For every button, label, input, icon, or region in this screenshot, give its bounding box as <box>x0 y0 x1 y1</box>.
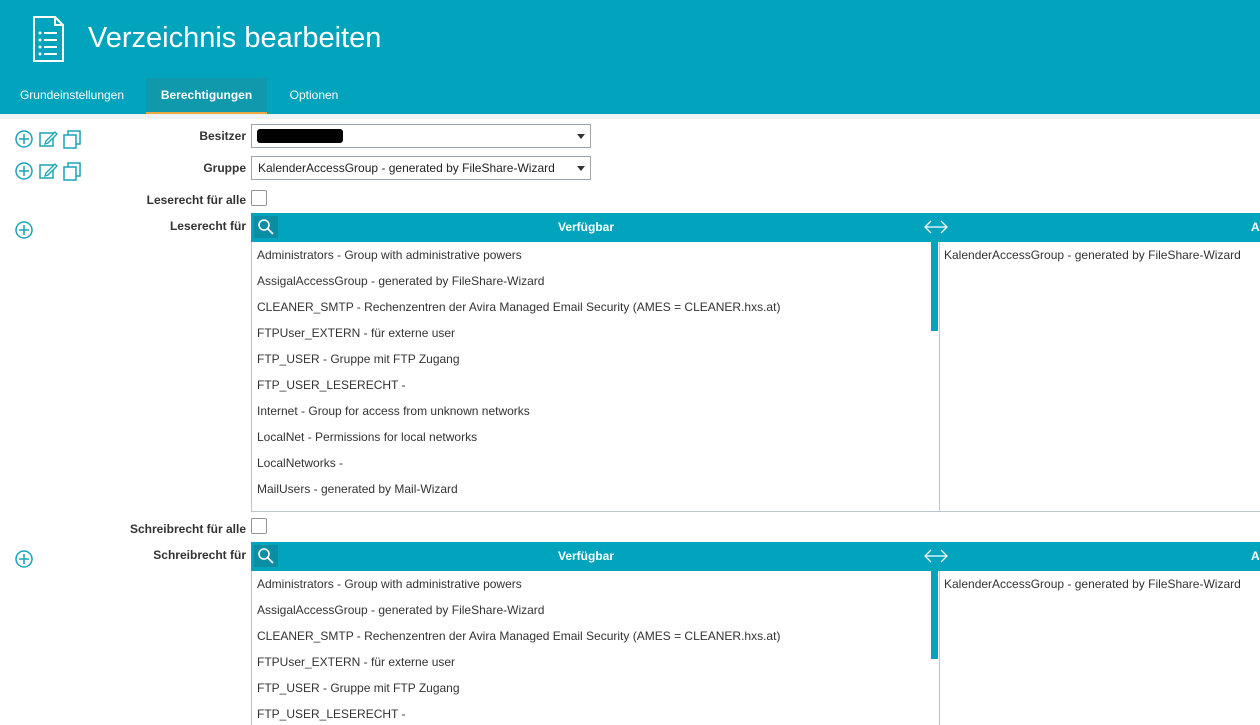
tab-berechtigungen[interactable]: Berechtigungen <box>146 78 267 114</box>
read-add <box>14 220 34 240</box>
write-available-header: Verfügbar <box>557 549 614 563</box>
page-header: Verzeichnis bearbeiten Grundeinstellunge… <box>0 0 1260 114</box>
group-select[interactable]: KalenderAccessGroup - generated by FileS… <box>251 156 591 180</box>
document-list-icon <box>33 16 64 62</box>
write-available-list[interactable]: Administrators - Group with administrati… <box>251 571 939 725</box>
list-item[interactable]: AssigalAccessGroup - generated by FileSh… <box>252 597 939 623</box>
list-item[interactable]: LocalNetworks - <box>252 450 939 476</box>
list-item[interactable]: Internet - Group for access from unknown… <box>252 398 939 424</box>
list-item[interactable]: LocalNet - Permissions for local network… <box>252 424 939 450</box>
write-list-scrollbar[interactable] <box>931 571 938 659</box>
list-item[interactable]: FTP_USER - Gruppe mit FTP Zugang <box>252 675 939 701</box>
owner-label: Besitzer <box>199 129 246 143</box>
search-icon <box>258 219 274 235</box>
write-list-header: Verfügbar A <box>251 542 1260 571</box>
read-list-scrollbar[interactable] <box>931 242 938 331</box>
write-add <box>14 549 34 569</box>
transfer-arrows-icon[interactable] <box>923 218 949 236</box>
group-label: Gruppe <box>203 161 246 175</box>
list-item[interactable]: Administrators - Group with administrati… <box>252 242 939 268</box>
write-all-label: Schreibrecht für alle <box>129 522 246 536</box>
tab-grundeinstellungen[interactable]: Grundeinstellungen <box>10 78 134 114</box>
read-assigned-list[interactable]: KalenderAccessGroup - generated by FileS… <box>939 242 1260 512</box>
list-item[interactable]: FTPUser_EXTERN - für externe user <box>252 320 939 346</box>
write-for-label: Schreibrecht für <box>153 548 246 562</box>
write-permission-list: Verfügbar A Administrators - Group with … <box>251 542 1260 725</box>
chevron-down-icon <box>577 134 585 139</box>
add-icon[interactable] <box>14 161 34 181</box>
list-item[interactable]: FTPUser_EXTERN - für externe user <box>252 649 939 675</box>
list-item[interactable]: Administrators - Group with administrati… <box>252 571 939 597</box>
owner-select[interactable] <box>251 124 591 148</box>
add-icon[interactable] <box>14 549 34 569</box>
read-available-header: Verfügbar <box>557 220 614 234</box>
list-item[interactable]: CLEANER_SMTP - Rechenzentren der Avira M… <box>252 623 939 649</box>
write-all-checkbox[interactable] <box>251 518 267 534</box>
read-search-button[interactable] <box>254 216 278 238</box>
search-icon <box>258 548 274 564</box>
write-assigned-list[interactable]: KalenderAccessGroup - generated by FileS… <box>939 571 1260 725</box>
read-for-label: Leserecht für <box>169 219 246 233</box>
write-search-button[interactable] <box>254 545 278 567</box>
read-permission-list: Verfügbar A Administrators - Group with … <box>251 213 1260 512</box>
read-all-label: Leserecht für alle <box>146 193 246 207</box>
redacted-owner <box>257 129 343 143</box>
list-item[interactable]: KalenderAccessGroup - generated by FileS… <box>940 242 1260 268</box>
add-icon[interactable] <box>14 129 34 149</box>
list-item[interactable]: FTP_USER_LESERECHT - <box>252 372 939 398</box>
list-item[interactable]: MailUsers - generated by Mail-Wizard <box>252 476 939 502</box>
write-assigned-header: A <box>1251 549 1260 563</box>
list-item[interactable]: FTP_USER - Gruppe mit FTP Zugang <box>252 346 939 372</box>
list-item[interactable]: CLEANER_SMTP - Rechenzentren der Avira M… <box>252 294 939 320</box>
tab-optionen[interactable]: Optionen <box>276 78 352 114</box>
add-icon[interactable] <box>14 220 34 240</box>
read-available-list[interactable]: Administrators - Group with administrati… <box>251 242 939 512</box>
list-item[interactable]: FTP_USER_LESERECHT - <box>252 701 939 725</box>
list-item[interactable]: KalenderAccessGroup - generated by FileS… <box>940 571 1260 597</box>
read-assigned-header: A <box>1251 220 1260 234</box>
read-list-header: Verfügbar A <box>251 213 1260 242</box>
group-value: KalenderAccessGroup - generated by FileS… <box>258 161 555 175</box>
chevron-down-icon <box>577 166 585 171</box>
list-item[interactable]: AssigalAccessGroup - generated by FileSh… <box>252 268 939 294</box>
page-title: Verzeichnis bearbeiten <box>88 22 382 54</box>
read-all-checkbox[interactable] <box>251 190 267 206</box>
header-separator <box>0 114 1260 119</box>
transfer-arrows-icon[interactable] <box>923 547 949 565</box>
